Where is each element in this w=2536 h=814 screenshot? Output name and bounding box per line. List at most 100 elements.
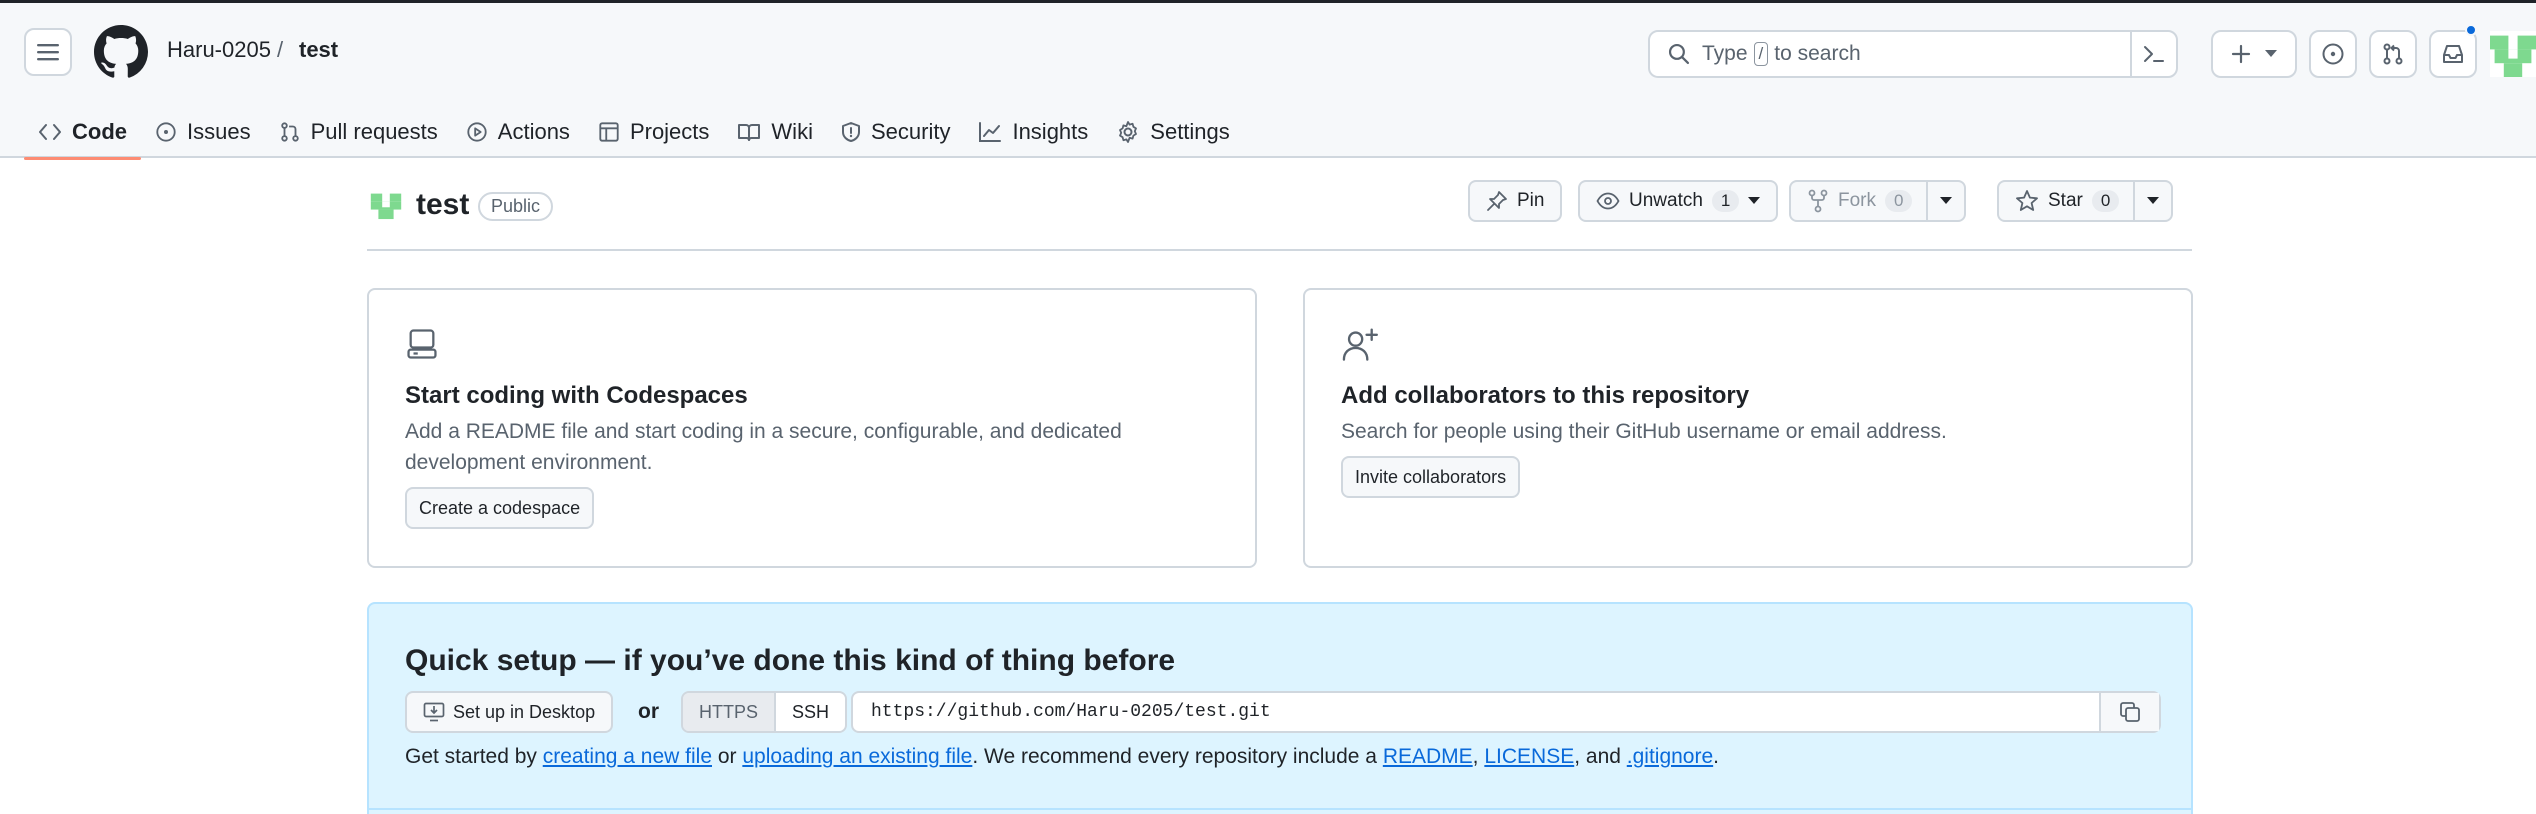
tab-insights[interactable]: Insights: [964, 107, 1102, 157]
user-avatar[interactable]: [2490, 30, 2536, 78]
create-codespace-button[interactable]: Create a codespace: [405, 487, 595, 529]
quick-setup-panel: Quick setup — if you’ve done this kind o…: [367, 602, 2193, 814]
shield-icon: [841, 122, 860, 142]
clone-url-field[interactable]: https://github.com/Haru-0205/test.git: [851, 691, 2161, 733]
breadcrumb-repo[interactable]: test: [299, 37, 338, 63]
clone-url-text: https://github.com/Haru-0205/test.git: [871, 702, 1271, 722]
collaborators-title: Add collaborators to this repository: [1341, 382, 1750, 409]
divider: [369, 808, 2191, 810]
command-palette-button[interactable]: [2130, 32, 2176, 76]
tab-security[interactable]: Security: [827, 107, 964, 157]
get-started-text: Get started by creating a new file or up…: [405, 745, 1719, 769]
star-dropdown[interactable]: [2133, 182, 2171, 220]
setup-in-desktop-button[interactable]: Set up in Desktop: [405, 691, 614, 733]
tab-projects[interactable]: Projects: [584, 107, 723, 157]
copy-icon: [2120, 702, 2140, 722]
star-button[interactable]: Star 0: [1997, 180, 2174, 222]
github-logo-icon[interactable]: [94, 25, 148, 79]
command-palette-icon: [2144, 46, 2164, 62]
tab-pull-requests[interactable]: Pull requests: [265, 107, 452, 157]
inbox-icon: [2443, 45, 2463, 63]
tab-label: Code: [72, 119, 127, 144]
collaborators-card: Add collaborators to this repository Sea…: [1303, 288, 2193, 568]
issue-icon: [156, 122, 176, 142]
https-option[interactable]: HTTPS: [683, 693, 777, 731]
text-segment: ,: [1472, 745, 1485, 768]
tab-actions[interactable]: Actions: [452, 107, 584, 157]
text-segment: , and: [1574, 745, 1627, 768]
collaborators-description: Search for people using their GitHub use…: [1341, 420, 1947, 443]
fork-button[interactable]: Fork 0: [1789, 180, 1967, 222]
gear-icon: [1119, 121, 1138, 143]
person-add-icon: [1342, 328, 1378, 361]
tab-code[interactable]: Code: [24, 107, 141, 160]
graph-icon: [979, 122, 1002, 142]
tab-label: Issues: [187, 119, 251, 144]
tab-label: Security: [870, 119, 951, 144]
eye-icon: [1596, 192, 1620, 210]
quick-setup-title: Quick setup — if you’ve done this kind o…: [405, 644, 1176, 677]
search-input[interactable]: Type / to search: [1648, 30, 2178, 78]
codespaces-title: Start coding with Codespaces: [405, 382, 748, 409]
pull-requests-button[interactable]: [2369, 30, 2417, 78]
search-icon: [1668, 43, 1690, 65]
pin-icon: [1487, 191, 1507, 211]
create-new-file-link[interactable]: creating a new file: [543, 745, 712, 768]
text-segment: Get started by: [405, 745, 543, 768]
issues-button[interactable]: [2309, 30, 2357, 78]
invite-collaborators-button[interactable]: Invite collaborators: [1341, 456, 1521, 498]
inbox-button[interactable]: [2429, 30, 2477, 78]
watch-count: 1: [1711, 190, 1740, 212]
tab-label: Insights: [1012, 119, 1089, 144]
fork-count: 0: [1885, 190, 1913, 212]
text-segment: . We recommend every repository include …: [972, 745, 1383, 768]
clone-protocol-toggle: HTTPS SSH: [681, 691, 848, 733]
code-icon: [39, 124, 61, 140]
notification-indicator: [2465, 24, 2477, 36]
copy-url-button[interactable]: [2099, 693, 2159, 731]
watch-label: Unwatch: [1629, 190, 1703, 211]
repo-title[interactable]: test: [416, 188, 469, 222]
repo-nav-tabs: Code Issues Pull requests Actions Projec…: [24, 107, 1244, 161]
or-text: or: [638, 700, 659, 723]
upload-file-link[interactable]: uploading an existing file: [742, 745, 972, 768]
plus-icon: [2231, 44, 2251, 64]
pin-label: Pin: [1517, 190, 1545, 211]
book-icon: [738, 124, 761, 141]
tab-label: Pull requests: [310, 119, 438, 144]
tab-settings[interactable]: Settings: [1102, 107, 1244, 157]
search-prefix: Type: [1702, 42, 1748, 65]
desktop-download-icon: [423, 702, 445, 722]
star-icon: [2016, 190, 2038, 211]
tab-issues[interactable]: Issues: [141, 107, 265, 157]
caret-down-icon: [1940, 197, 1953, 204]
fork-dropdown[interactable]: [1926, 182, 1964, 220]
repo-owner-avatar[interactable]: [367, 185, 405, 225]
menu-button[interactable]: [24, 28, 72, 76]
breadcrumb-separator: /: [277, 37, 284, 62]
caret-down-icon: [1748, 197, 1761, 204]
caret-down-icon: [2147, 197, 2160, 204]
codespaces-description: Add a README file and start coding in a …: [405, 416, 1122, 478]
create-new-button[interactable]: [2211, 30, 2297, 78]
ssh-option[interactable]: SSH: [776, 693, 846, 731]
hamburger-icon: [37, 44, 59, 61]
watch-button[interactable]: Unwatch 1: [1578, 180, 1779, 222]
issue-icon: [2322, 43, 2344, 65]
pin-button[interactable]: Pin: [1468, 180, 1563, 222]
tab-label: Actions: [497, 119, 570, 144]
search-shortcut-key: /: [1753, 42, 1769, 66]
caret-down-icon: [2265, 50, 2277, 57]
codespaces-card: Start coding with Codespaces Add a READM…: [367, 288, 1257, 568]
tab-label: Projects: [629, 119, 710, 144]
star-label: Star: [2048, 190, 2083, 211]
readme-link[interactable]: README: [1383, 745, 1473, 768]
text-segment: .: [1713, 745, 1719, 768]
tab-label: Settings: [1150, 119, 1230, 144]
gitignore-link[interactable]: .gitignore: [1627, 745, 1713, 768]
breadcrumb-owner[interactable]: Haru-0205: [167, 37, 271, 63]
text-segment: or: [712, 745, 743, 768]
license-link[interactable]: LICENSE: [1484, 745, 1574, 768]
search-suffix: to search: [1774, 42, 1861, 65]
tab-wiki[interactable]: Wiki: [723, 107, 827, 157]
